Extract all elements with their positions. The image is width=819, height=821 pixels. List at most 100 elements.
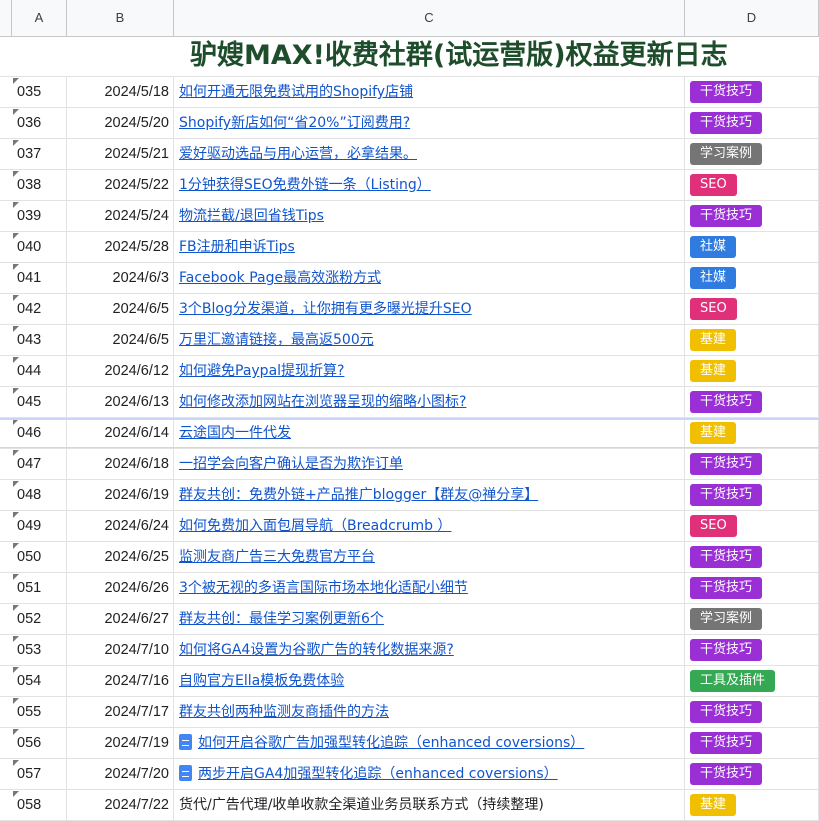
article-link[interactable]: FB注册和申诉Tips — [179, 239, 295, 255]
row-id-cell[interactable]: 050 — [12, 542, 67, 572]
row-id-cell[interactable]: 052 — [12, 604, 67, 634]
table-row[interactable]: 045 2024/6/13 如何修改添加网站在浏览器呈现的缩略小图标? 干货技巧 — [0, 387, 819, 418]
date-cell[interactable]: 2024/6/5 — [67, 294, 174, 324]
category-cell[interactable]: 干货技巧 — [685, 573, 819, 603]
row-id-cell[interactable]: 046 — [12, 418, 67, 448]
article-link[interactable]: 两步开启GA4加强型转化追踪（enhanced coversions） — [198, 766, 558, 782]
category-cell[interactable]: SEO — [685, 294, 819, 324]
table-row[interactable]: 049 2024/6/24 如何免费加入面包屑导航（Breadcrumb ） SEO — [0, 511, 819, 542]
row-id-cell[interactable]: 056 — [12, 728, 67, 758]
category-cell[interactable]: 工具及插件 — [685, 666, 819, 696]
row-id-cell[interactable]: 036 — [12, 108, 67, 138]
row-id-cell[interactable]: 053 — [12, 635, 67, 665]
date-cell[interactable]: 2024/7/22 — [67, 790, 174, 820]
date-cell[interactable]: 2024/6/14 — [67, 418, 174, 448]
article-link[interactable]: Facebook Page最高效涨粉方式 — [179, 270, 381, 286]
row-id-cell[interactable]: 058 — [12, 790, 67, 820]
title-cell[interactable]: 两步开启GA4加强型转化追踪（enhanced coversions） — [174, 759, 685, 789]
title-cell[interactable]: 群友共创：免费外链+产品推广blogger【群友@禅分享】 — [174, 480, 685, 510]
table-row[interactable]: 043 2024/6/5 万里汇邀请链接，最高返500元 基建 — [0, 325, 819, 356]
category-cell[interactable]: 社媒 — [685, 232, 819, 262]
date-cell[interactable]: 2024/6/3 — [67, 263, 174, 293]
category-cell[interactable]: 干货技巧 — [685, 108, 819, 138]
title-cell[interactable]: 群友共创两种监测友商插件的方法 — [174, 697, 685, 727]
table-row[interactable]: 039 2024/5/24 物流拦截/退回省钱Tips 干货技巧 — [0, 201, 819, 232]
article-link[interactable]: 如何免费加入面包屑导航（Breadcrumb ） — [179, 518, 451, 534]
title-cell[interactable]: 云途国内一件代发 — [174, 418, 685, 448]
column-header-d[interactable]: D — [685, 0, 819, 36]
category-cell[interactable]: 基建 — [685, 418, 819, 448]
article-link[interactable]: 3个被无视的多语言国际市场本地化适配小细节 — [179, 580, 468, 596]
row-id-cell[interactable]: 035 — [12, 77, 67, 107]
google-doc-icon[interactable] — [179, 765, 192, 781]
date-cell[interactable]: 2024/5/28 — [67, 232, 174, 262]
date-cell[interactable]: 2024/6/18 — [67, 449, 174, 479]
table-row[interactable]: 040 2024/5/28 FB注册和申诉Tips 社媒 — [0, 232, 819, 263]
row-id-cell[interactable]: 039 — [12, 201, 67, 231]
date-cell[interactable]: 2024/7/17 — [67, 697, 174, 727]
row-id-cell[interactable]: 051 — [12, 573, 67, 603]
category-cell[interactable]: 干货技巧 — [685, 387, 819, 417]
title-cell[interactable]: 1分钟获得SEO免费外链一条（Listing） — [174, 170, 685, 200]
date-cell[interactable]: 2024/7/16 — [67, 666, 174, 696]
column-header-b[interactable]: B — [67, 0, 174, 36]
table-row[interactable]: 055 2024/7/17 群友共创两种监测友商插件的方法 干货技巧 — [0, 697, 819, 728]
date-cell[interactable]: 2024/6/24 — [67, 511, 174, 541]
article-link[interactable]: 爱好驱动选品与用心运营，必拿结果。 — [179, 146, 417, 162]
category-cell[interactable]: 学习案例 — [685, 139, 819, 169]
category-cell[interactable]: 社媒 — [685, 263, 819, 293]
title-cell[interactable]: 3个Blog分发渠道，让你拥有更多曝光提升SEO — [174, 294, 685, 324]
article-link[interactable]: 1分钟获得SEO免费外链一条（Listing） — [179, 177, 431, 193]
date-cell[interactable]: 2024/5/20 — [67, 108, 174, 138]
category-cell[interactable]: 学习案例 — [685, 604, 819, 634]
title-cell[interactable]: Shopify新店如何“省20%”订阅费用? — [174, 108, 685, 138]
table-row[interactable]: 052 2024/6/27 群友共创：最佳学习案例更新6个 学习案例 — [0, 604, 819, 635]
article-link[interactable]: 群友共创：最佳学习案例更新6个 — [179, 611, 384, 627]
row-id-cell[interactable]: 038 — [12, 170, 67, 200]
column-header-a[interactable]: A — [12, 0, 67, 36]
date-cell[interactable]: 2024/5/18 — [67, 77, 174, 107]
title-cell[interactable]: 爱好驱动选品与用心运营，必拿结果。 — [174, 139, 685, 169]
table-row[interactable]: 038 2024/5/22 1分钟获得SEO免费外链一条（Listing） SEO — [0, 170, 819, 201]
table-row[interactable]: 046 2024/6/14 云途国内一件代发 基建 — [0, 418, 819, 449]
article-link[interactable]: 云途国内一件代发 — [179, 425, 291, 441]
article-link[interactable]: 如何开启谷歌广告加强型转化追踪（enhanced coversions） — [198, 735, 584, 751]
row-id-cell[interactable]: 037 — [12, 139, 67, 169]
table-row[interactable]: 048 2024/6/19 群友共创：免费外链+产品推广blogger【群友@禅分享… — [0, 480, 819, 511]
category-cell[interactable]: 干货技巧 — [685, 697, 819, 727]
date-cell[interactable]: 2024/5/22 — [67, 170, 174, 200]
article-link[interactable]: Shopify新店如何“省20%”订阅费用? — [179, 115, 410, 131]
table-row[interactable]: 051 2024/6/26 3个被无视的多语言国际市场本地化适配小细节 干货技巧 — [0, 573, 819, 604]
table-row[interactable]: 037 2024/5/21 爱好驱动选品与用心运营，必拿结果。 学习案例 — [0, 139, 819, 170]
title-cell[interactable]: 物流拦截/退回省钱Tips — [174, 201, 685, 231]
column-header-c[interactable]: C — [174, 0, 685, 36]
category-cell[interactable]: 干货技巧 — [685, 635, 819, 665]
title-cell[interactable]: FB注册和申诉Tips — [174, 232, 685, 262]
article-link[interactable]: 物流拦截/退回省钱Tips — [179, 208, 324, 224]
title-cell[interactable]: 3个被无视的多语言国际市场本地化适配小细节 — [174, 573, 685, 603]
date-cell[interactable]: 2024/5/24 — [67, 201, 174, 231]
row-id-cell[interactable]: 041 — [12, 263, 67, 293]
category-cell[interactable]: 基建 — [685, 356, 819, 386]
row-id-cell[interactable]: 048 — [12, 480, 67, 510]
category-cell[interactable]: 干货技巧 — [685, 201, 819, 231]
table-row[interactable]: 056 2024/7/19 如何开启谷歌广告加强型转化追踪（enhanced cov… — [0, 728, 819, 759]
category-cell[interactable]: 干货技巧 — [685, 449, 819, 479]
category-cell[interactable]: 基建 — [685, 790, 819, 820]
title-cell[interactable]: 自购官方Ella模板免费体验 — [174, 666, 685, 696]
title-cell[interactable]: 一招学会向客户确认是否为欺诈订单 — [174, 449, 685, 479]
date-cell[interactable]: 2024/7/10 — [67, 635, 174, 665]
title-cell[interactable]: 货代/广告代理/收单收款全渠道业务员联系方式（持续整理) — [174, 790, 685, 820]
row-id-cell[interactable]: 044 — [12, 356, 67, 386]
article-link[interactable]: 自购官方Ella模板免费体验 — [179, 673, 344, 689]
table-row[interactable]: 035 2024/5/18 如何开通无限免费试用的Shopify店铺 干货技巧 — [0, 77, 819, 108]
table-row[interactable]: 058 2024/7/22 货代/广告代理/收单收款全渠道业务员联系方式（持续整理)… — [0, 790, 819, 821]
google-doc-icon[interactable] — [179, 734, 192, 750]
title-cell[interactable]: 如何修改添加网站在浏览器呈现的缩略小图标? — [174, 387, 685, 417]
article-link[interactable]: 如何修改添加网站在浏览器呈现的缩略小图标? — [179, 394, 466, 410]
date-cell[interactable]: 2024/6/12 — [67, 356, 174, 386]
row-id-cell[interactable]: 043 — [12, 325, 67, 355]
date-cell[interactable]: 2024/6/26 — [67, 573, 174, 603]
table-row[interactable]: 057 2024/7/20 两步开启GA4加强型转化追踪（enhanced cove… — [0, 759, 819, 790]
article-link[interactable]: 一招学会向客户确认是否为欺诈订单 — [179, 456, 403, 472]
